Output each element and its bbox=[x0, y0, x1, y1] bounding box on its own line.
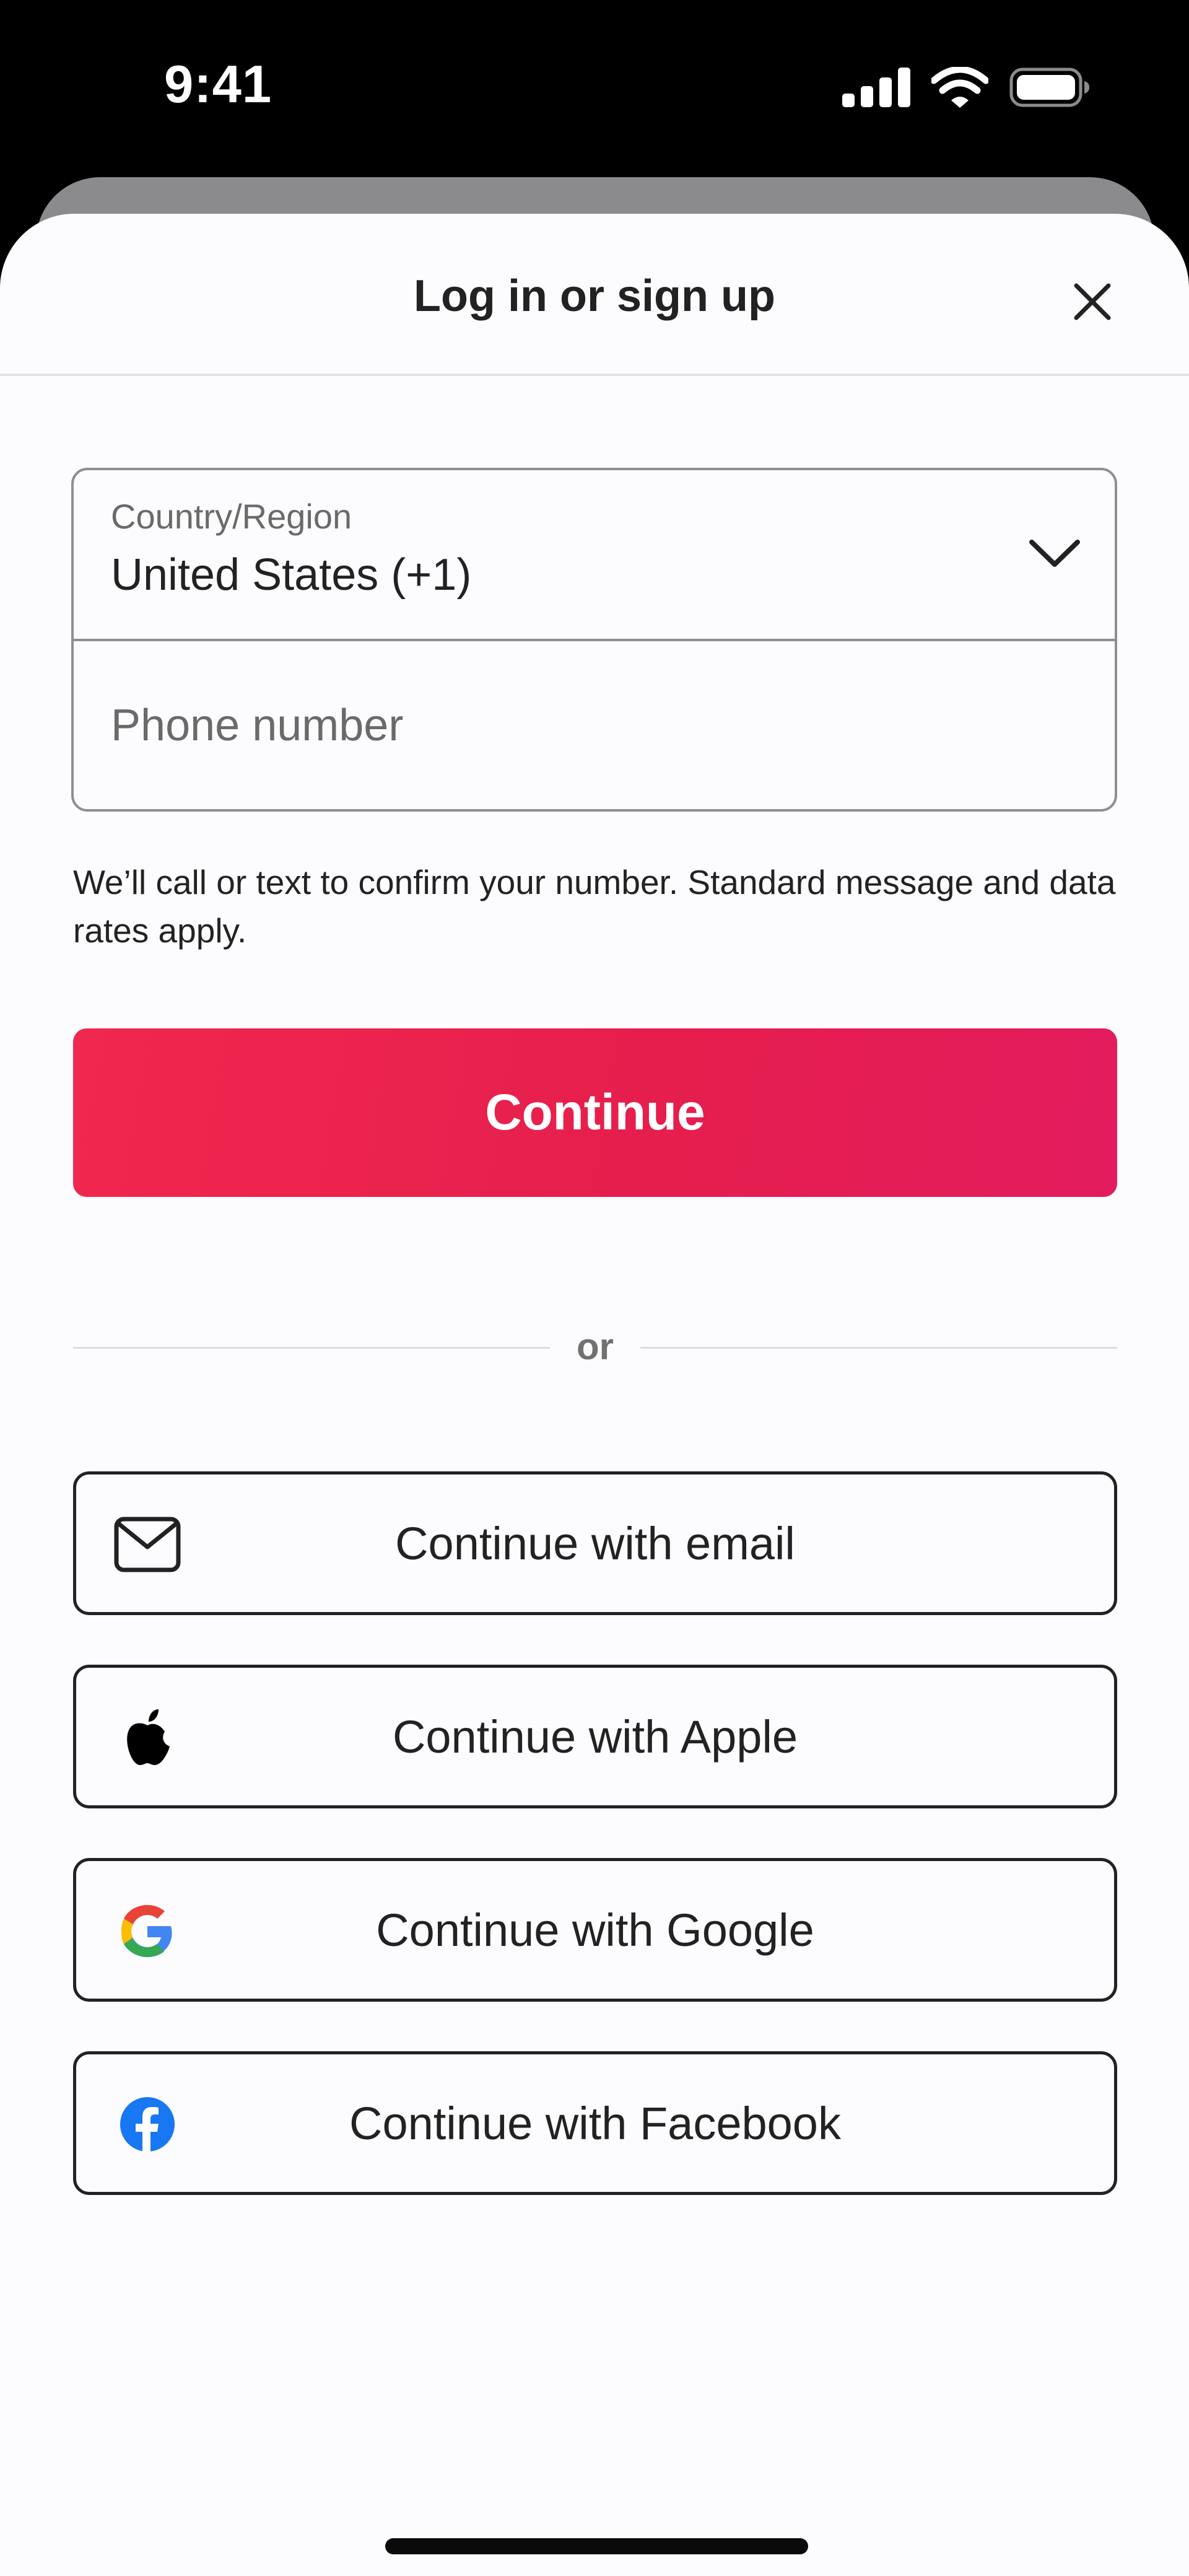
chevron-down-icon bbox=[1029, 540, 1080, 567]
country-region-label: Country/Region bbox=[111, 497, 352, 536]
continue-with-email-button[interactable]: Continue with email bbox=[73, 1471, 1117, 1615]
sheet-header: Log in or sign up bbox=[0, 214, 1189, 376]
social-button-label: Continue with email bbox=[395, 1517, 795, 1569]
continue-button[interactable]: Continue bbox=[73, 1028, 1117, 1197]
country-region-value: United States (+1) bbox=[111, 550, 472, 600]
continue-label: Continue bbox=[485, 1084, 705, 1141]
status-time: 9:41 bbox=[164, 55, 272, 114]
cellular-signal-icon bbox=[842, 68, 910, 107]
sheet-title: Log in or sign up bbox=[414, 271, 775, 321]
status-bar: 9:41 bbox=[0, 0, 1189, 173]
wifi-icon bbox=[931, 67, 988, 108]
social-button-label: Continue with Apple bbox=[392, 1711, 798, 1763]
status-icons bbox=[842, 67, 1090, 108]
phone-form: Country/Region United States (+1) bbox=[71, 468, 1117, 812]
social-button-label: Continue with Facebook bbox=[349, 2097, 841, 2149]
close-button[interactable] bbox=[1066, 276, 1118, 328]
continue-with-facebook-button[interactable]: Continue with Facebook bbox=[73, 2051, 1117, 2195]
login-sheet: Log in or sign up Country/Region United … bbox=[0, 214, 1189, 2576]
divider-line bbox=[640, 1347, 1117, 1349]
helper-text: We’ll call or text to confirm your numbe… bbox=[73, 863, 1116, 950]
close-icon bbox=[1074, 283, 1111, 320]
home-indicator[interactable] bbox=[385, 2538, 808, 2554]
continue-with-apple-button[interactable]: Continue with Apple bbox=[73, 1665, 1117, 1808]
or-divider: or bbox=[73, 1316, 1117, 1378]
continue-with-google-button[interactable]: Continue with Google bbox=[73, 1858, 1117, 2002]
phone-number-input[interactable] bbox=[74, 641, 1115, 809]
battery-icon bbox=[1009, 68, 1089, 107]
country-region-select[interactable]: Country/Region United States (+1) bbox=[74, 470, 1115, 641]
social-button-label: Continue with Google bbox=[376, 1904, 814, 1956]
